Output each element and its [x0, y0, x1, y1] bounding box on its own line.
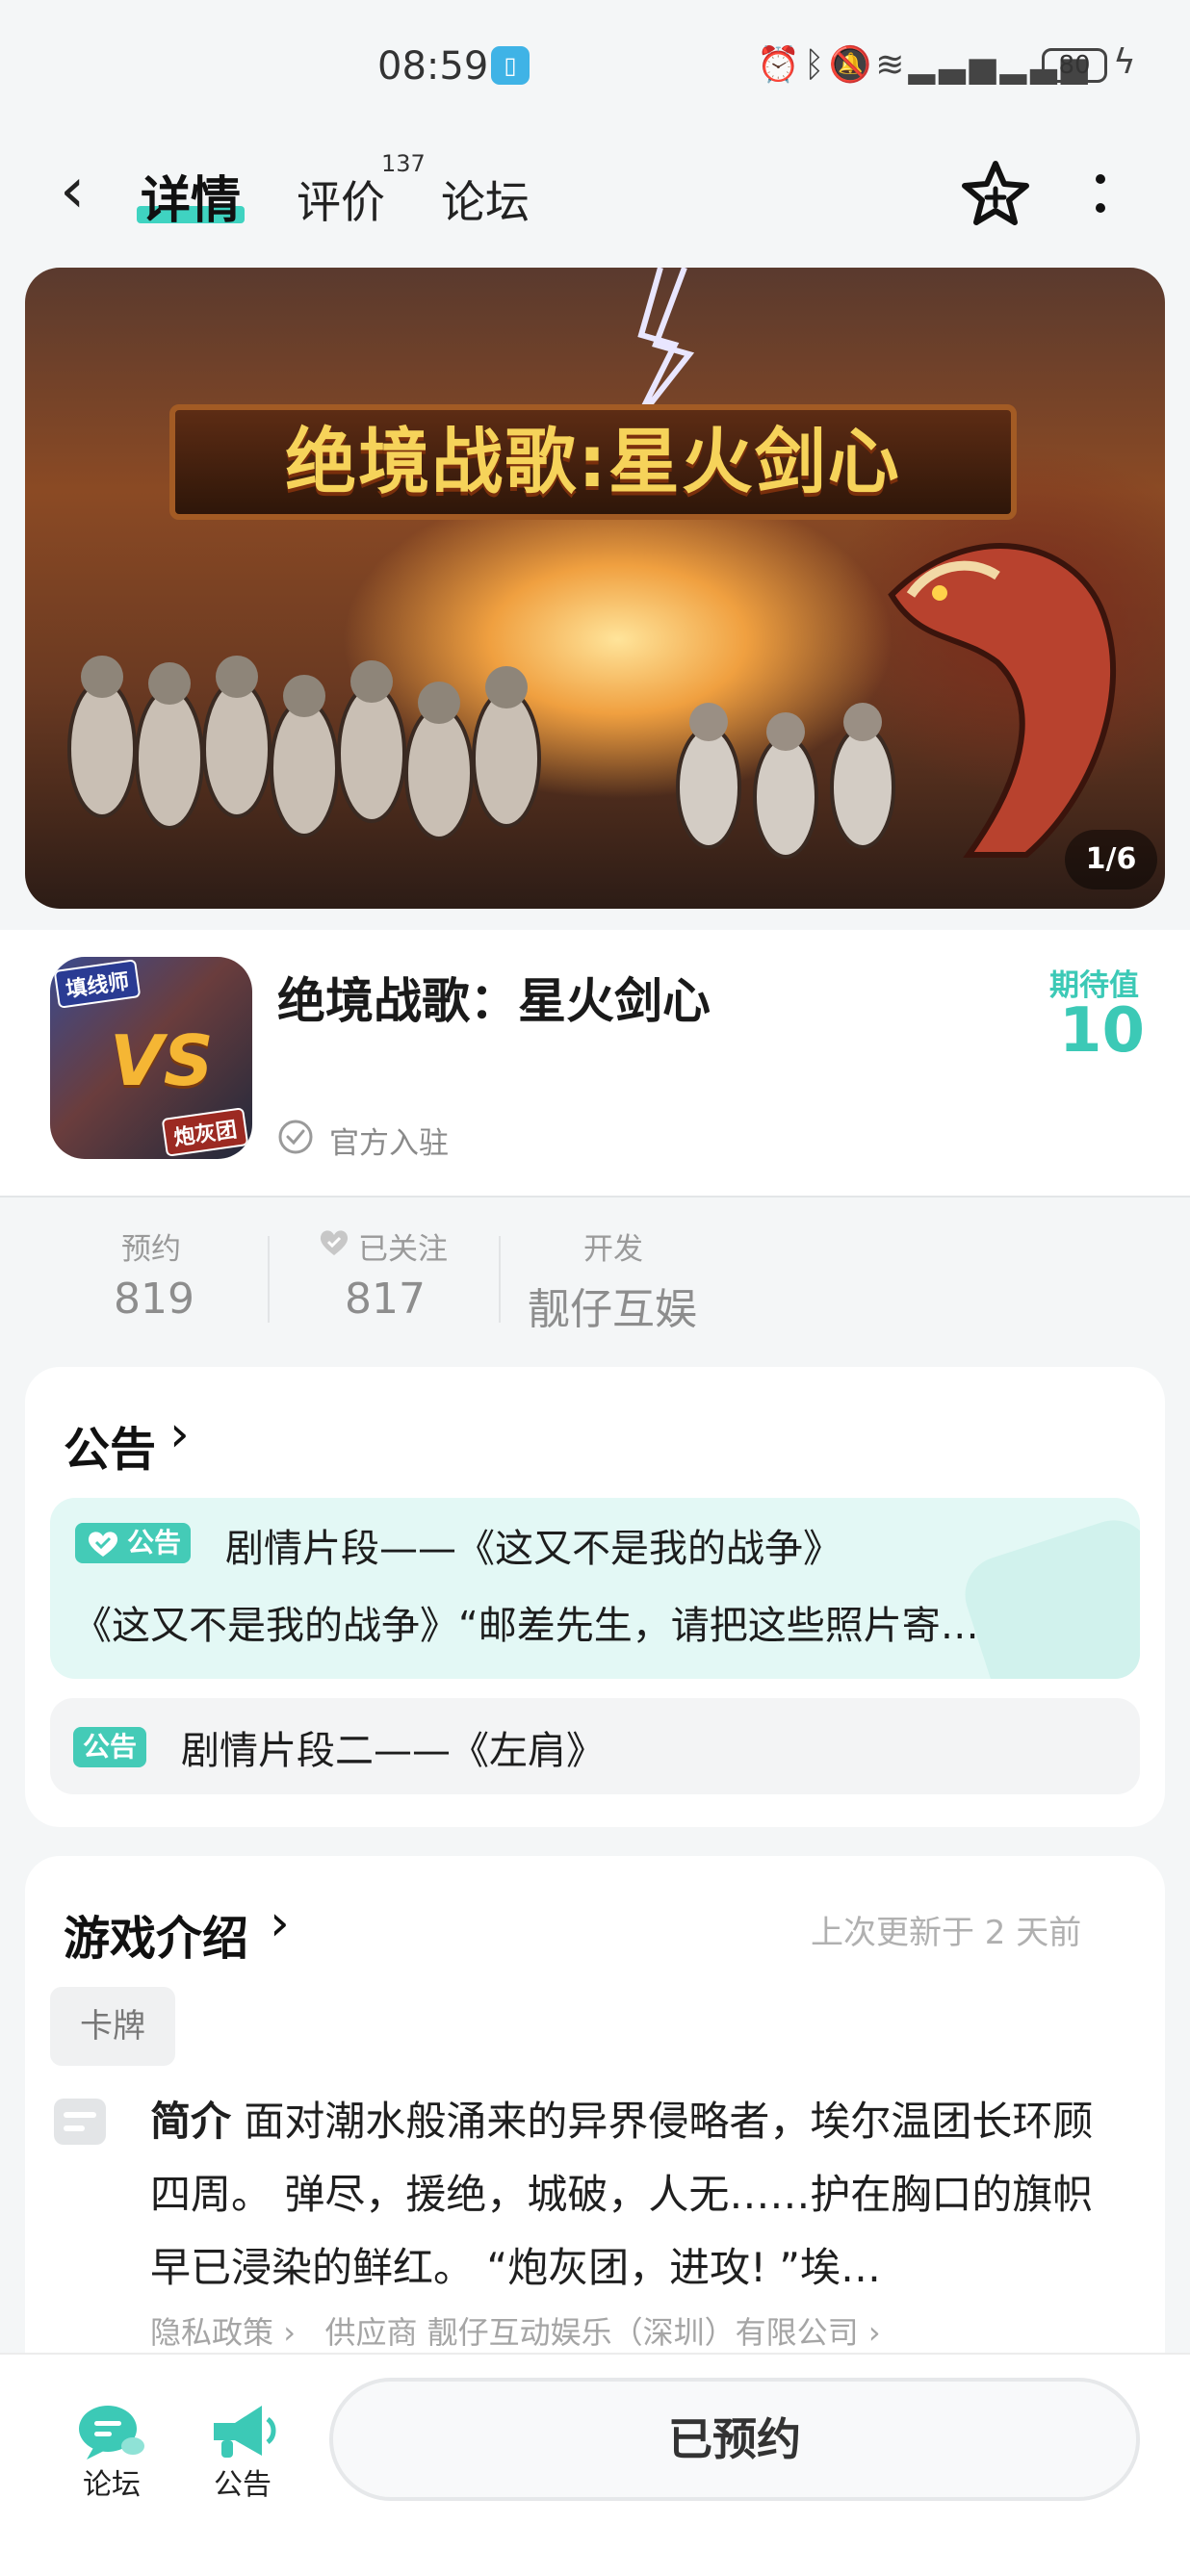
game-title: 绝境战歌：星火剑心: [277, 973, 711, 1029]
review-count: 137: [381, 150, 426, 177]
official-label: 官方入驻: [329, 1126, 449, 1161]
bluetooth-icon: ᛒ: [803, 45, 829, 85]
notice-tab-label[interactable]: 公告: [214, 2460, 272, 2503]
banner-page-counter: 1/6: [1065, 830, 1157, 889]
notice-badge: 公告: [73, 1727, 147, 1767]
wifi-icon: ≋: [875, 45, 909, 85]
status-time: 08:59: [377, 44, 489, 89]
stat-separator: [499, 1236, 501, 1323]
stat-separator: [268, 1236, 270, 1323]
check-circle-icon: [278, 1120, 313, 1154]
summary-label: 简介: [150, 2098, 232, 2145]
chevron-right-icon: ›: [273, 2314, 306, 2351]
stat-label-developer: 开发: [583, 1232, 643, 1267]
stat-value-follow: 817: [345, 1275, 426, 1324]
intro-header[interactable]: 游戏介绍: [64, 1900, 248, 1968]
chevron-right-icon[interactable]: ›: [270, 1894, 290, 1952]
notice-subtitle: 《这又不是我的战争》“邮差先生，请把这些照片寄…: [73, 1604, 979, 1648]
battery-icon: 80: [1042, 48, 1107, 83]
notice-decoration: [955, 1510, 1140, 1679]
notice-badge: 公告: [75, 1523, 192, 1563]
icon-vs-text: VS: [110, 1020, 214, 1101]
tab-forum[interactable]: 论坛: [441, 167, 530, 231]
notice-header[interactable]: 公告: [64, 1411, 156, 1479]
icon-tag-top: 填线师: [53, 959, 142, 1009]
alarm-icon: ⏰: [757, 45, 804, 85]
dragon-illustration: [888, 543, 1117, 858]
forum-tab-label[interactable]: 论坛: [83, 2460, 141, 2503]
charging-icon: ϟ: [1113, 42, 1136, 82]
intro-updated: 上次更新于 2 天前: [811, 1914, 1082, 1952]
summary-icon: [54, 2099, 106, 2145]
stat-value-reserve: 819: [114, 1275, 194, 1324]
signal-icon: ▂▃▅: [908, 45, 1000, 85]
mute-icon: 🔕: [828, 45, 876, 85]
chevron-right-icon[interactable]: ›: [169, 1405, 190, 1463]
notice-badge-label: 公告: [127, 1527, 182, 1558]
privacy-link[interactable]: 隐私政策: [150, 2314, 273, 2351]
notice-item[interactable]: 公告 剧情片段——《这又不是我的战争》 《这又不是我的战争》“邮差先生，请把这些…: [50, 1498, 1140, 1679]
back-icon[interactable]: ‹: [60, 159, 106, 223]
book-icon: ▯: [491, 46, 530, 85]
favorite-star-icon[interactable]: [959, 158, 1032, 231]
banner-carousel[interactable]: 绝境战歌:星火剑心 1/6: [25, 268, 1165, 909]
icon-tag-bottom: 炮灰团: [161, 1107, 249, 1157]
policy-row: 隐私政策 › 供应商 靓仔互动娱乐（深圳）有限公司 ›: [150, 2308, 881, 2353]
tab-detail[interactable]: 详情: [141, 160, 241, 232]
summary-body: 面对潮水般涌来的异界侵略者，埃尔温团长环顾四周。 弹尽，援绝，城破，人无……护在…: [150, 2098, 1094, 2291]
notice-item[interactable]: 公告 剧情片段二——《左肩》: [50, 1698, 1140, 1794]
chevron-right-icon: ›: [858, 2314, 881, 2351]
reserved-button[interactable]: 已预约: [329, 2378, 1140, 2501]
stat-label-reserve: 预约: [121, 1232, 181, 1267]
expect-value: 10: [1059, 995, 1146, 1067]
notice-title: 剧情片段——《这又不是我的战争》: [225, 1527, 841, 1571]
stat-value-developer[interactable]: 靓仔互娱: [528, 1275, 697, 1336]
heart-icon: [320, 1230, 349, 1255]
divider: [0, 1196, 1190, 1198]
army-illustration-left: [67, 656, 541, 840]
supplier-link[interactable]: 供应商 靓仔互动娱乐（深圳）有限公司: [325, 2314, 859, 2351]
tab-review[interactable]: 评价: [297, 167, 385, 231]
game-icon: 填线师 VS 炮灰团: [50, 957, 252, 1159]
genre-tag[interactable]: 卡牌: [50, 1987, 175, 2066]
notice-title: 剧情片段二——《左肩》: [181, 1729, 605, 1773]
heart-check-icon: [88, 1532, 118, 1557]
stat-label-follow: 已关注: [358, 1232, 448, 1267]
more-icon[interactable]: [1088, 171, 1113, 218]
summary-text: 简介 面对潮水般涌来的异界侵略者，埃尔温团长环顾四周。 弹尽，援绝，城破，人无……: [150, 2085, 1123, 2305]
